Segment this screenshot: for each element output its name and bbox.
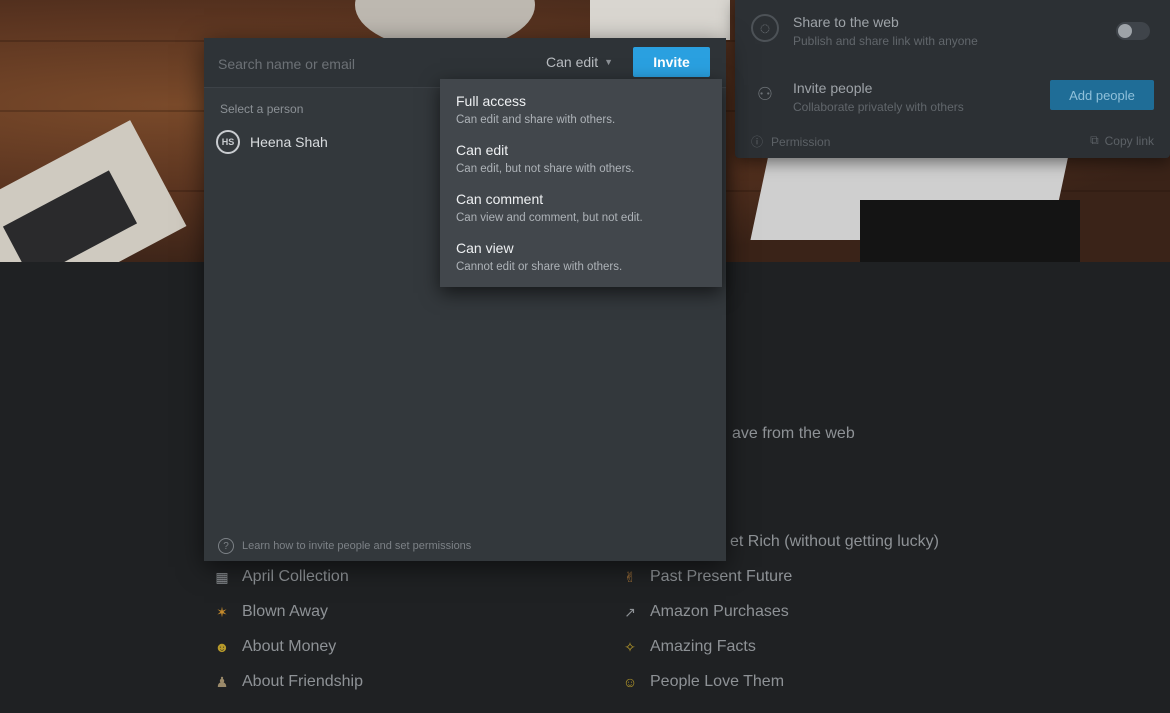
question-icon: ⓘ — [751, 135, 764, 149]
background-page-link[interactable]: ☺ People Love Them — [620, 672, 784, 692]
star-icon: ✶ — [216, 603, 228, 620]
permission-option-full-access[interactable]: Full access Can edit and share with othe… — [440, 89, 722, 138]
select-person-label: Select a person — [220, 102, 304, 116]
background-page-link[interactable]: ✌ Past Present Future — [620, 567, 792, 587]
face-icon: ☻ — [214, 639, 230, 655]
permission-selected: Can edit — [546, 54, 599, 70]
background-page-link[interactable]: ▦ April Collection — [212, 567, 348, 587]
toggle-knob — [1118, 24, 1132, 38]
background-page-link[interactable]: et Rich (without getting lucky) — [730, 533, 939, 551]
person-name: Heena Shah — [250, 134, 328, 150]
help-link[interactable]: ? Learn how to invite people and set per… — [204, 531, 726, 561]
share-web-title: Share to the web — [793, 14, 899, 30]
link-icon: ⧉ — [1090, 133, 1099, 147]
invite-people-title: Invite people — [793, 80, 873, 96]
photo-paper — [590, 0, 730, 40]
people-icon: ♟ — [215, 673, 229, 690]
permission-menu: Full access Can edit and share with othe… — [440, 79, 722, 287]
question-icon: ? — [218, 538, 234, 554]
people-icon: ⚇ — [756, 83, 774, 104]
permission-option-can-view[interactable]: Can view Cannot edit or share with other… — [440, 236, 722, 285]
hand-icon: ✌ — [624, 568, 636, 585]
background-text: ave from the web — [732, 425, 855, 442]
lightbulb-icon: ✧ — [624, 638, 636, 655]
smile-icon: ☺ — [622, 674, 638, 690]
avatar: HS — [216, 130, 240, 154]
background-page-link[interactable]: ↗ Amazon Purchases — [620, 602, 789, 622]
chevron-down-icon: ▼ — [604, 57, 614, 67]
globe-icon: ◌ — [751, 14, 779, 42]
search-input[interactable] — [218, 53, 518, 75]
background-page-link[interactable]: ✧ Amazing Facts — [620, 637, 756, 657]
chart-icon: ↗ — [624, 603, 636, 620]
calendar-icon: ▦ — [215, 568, 229, 585]
background-page-link[interactable]: ♟ About Friendship — [212, 672, 363, 692]
permission-dropdown[interactable]: Can edit ▼ — [546, 54, 613, 70]
person-item[interactable]: HS Heena Shah — [216, 128, 328, 156]
background-page-link[interactable]: ✶ Blown Away — [212, 602, 328, 622]
invite-button[interactable]: Invite — [633, 47, 710, 77]
photo-laptop-dark — [860, 200, 1080, 262]
add-people-button[interactable]: Add people — [1050, 80, 1154, 110]
share-web-row[interactable]: ◌ Share to the web Publish and share lin… — [735, 0, 1170, 60]
background-page-link[interactable]: ☻ About Money — [212, 637, 337, 657]
permission-link[interactable]: ⓘ Permission — [751, 133, 830, 150]
share-panel: ◌ Share to the web Publish and share lin… — [735, 0, 1170, 158]
share-web-toggle[interactable] — [1116, 22, 1150, 40]
invite-people-subtitle: Collaborate privately with others — [793, 100, 964, 114]
copy-link-button[interactable]: ⧉ Copy link — [1090, 133, 1154, 148]
permission-option-can-comment[interactable]: Can comment Can view and comment, but no… — [440, 187, 722, 236]
share-web-subtitle: Publish and share link with anyone — [793, 34, 978, 48]
permission-option-can-edit[interactable]: Can edit Can edit, but not share with ot… — [440, 138, 722, 187]
